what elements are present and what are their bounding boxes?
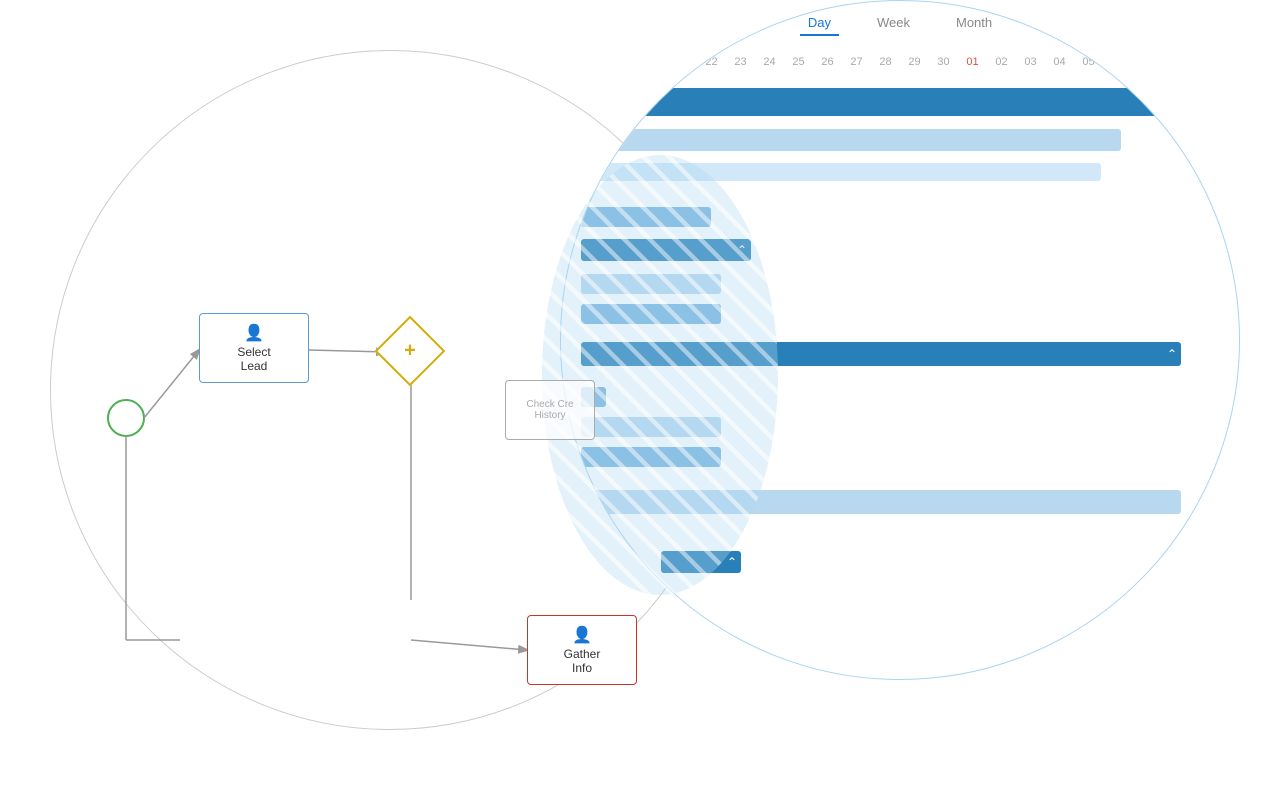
person-icon: 👤: [244, 323, 264, 343]
gantt-row: ⌃: [581, 231, 1240, 269]
gantt-row: [581, 83, 1240, 121]
bpmn-task-select-lead[interactable]: 👤 SelectLead: [199, 313, 309, 383]
select-lead-label: SelectLead: [237, 345, 270, 373]
gantt-row: ⌃: [581, 335, 1240, 373]
date-cell: 29: [900, 56, 929, 68]
gantt-bar-gather-info: ⌃: [661, 551, 741, 573]
gantt-bar: ⌃: [581, 342, 1181, 366]
gantt-row: [581, 153, 1240, 191]
gantt-circle: Day Week Month May 2014 18 19 20 21 22 2…: [560, 0, 1240, 680]
expand-icon[interactable]: ⌃: [737, 243, 747, 257]
gantt-dates: 18 19 20 21 22 23 24 25 26 27 28 29 30 0…: [561, 56, 1239, 68]
date-cell: 30: [929, 56, 958, 68]
date-cell: 28: [871, 56, 900, 68]
gantt-row: [581, 483, 1240, 521]
date-cell: 23: [726, 56, 755, 68]
tab-day[interactable]: Day: [800, 11, 839, 36]
bpmn-task-check-credit[interactable]: Check CreHistory: [505, 380, 595, 440]
gather-info-label: GatherInfo: [564, 647, 601, 675]
date-cell: 18: [581, 56, 610, 68]
date-cell: 02: [987, 56, 1016, 68]
gateway-plus-icon: +: [404, 340, 416, 363]
gantt-bar: [581, 417, 721, 437]
gantt-row: [581, 438, 1240, 476]
expand-icon[interactable]: ⌃: [727, 555, 737, 569]
bpmn-task-gather-info[interactable]: 👤 GatherInfo: [527, 615, 637, 685]
expand-icon[interactable]: ⌃: [1167, 347, 1177, 361]
date-cell: 07: [1132, 56, 1161, 68]
date-cell: 0: [1190, 56, 1219, 68]
gantt-row: [581, 295, 1240, 333]
gantt-row-gather-info: ⌃: [581, 543, 1240, 581]
date-cell: 21: [668, 56, 697, 68]
date-cell: 22: [697, 56, 726, 68]
gantt-bar: [581, 163, 1101, 181]
date-cell: 19: [610, 56, 639, 68]
gantt-container: Day Week Month May 2014 18 19 20 21 22 2…: [561, 1, 1239, 679]
gantt-bar: [581, 88, 1161, 116]
date-cell: 05: [1074, 56, 1103, 68]
gantt-bar: [581, 304, 721, 324]
date-cell: 25: [784, 56, 813, 68]
date-cell: 20: [639, 56, 668, 68]
gantt-bar: [581, 129, 1121, 151]
tab-week[interactable]: Week: [869, 11, 918, 36]
gantt-bar: [581, 274, 721, 294]
date-cell: 03: [1016, 56, 1045, 68]
main-canvas: Day Week Month May 2014 18 19 20 21 22 2…: [0, 0, 1280, 800]
gantt-bar: [581, 490, 1181, 514]
date-cell: 24: [755, 56, 784, 68]
date-cell: 08: [1161, 56, 1190, 68]
gantt-bar: [581, 447, 721, 467]
gantt-bar: [581, 207, 711, 227]
date-cell-01: 01: [958, 56, 987, 68]
tab-month[interactable]: Month: [948, 11, 1000, 36]
gantt-month-label: May 2014: [1111, 39, 1159, 51]
gantt-tabs: Day Week Month: [561, 11, 1239, 36]
date-cell: 06: [1103, 56, 1132, 68]
gantt-bars-area: ⌃ ⌃: [561, 81, 1239, 679]
check-credit-label: Check CreHistory: [526, 399, 573, 421]
gantt-date-row: 18 19 20 21 22 23 24 25 26 27 28 29 30 0…: [561, 56, 1239, 68]
gantt-bar: ⌃: [581, 239, 751, 261]
person-icon-gather: 👤: [572, 625, 592, 645]
date-cell: 27: [842, 56, 871, 68]
date-cell: 26: [813, 56, 842, 68]
date-cell: 04: [1045, 56, 1074, 68]
